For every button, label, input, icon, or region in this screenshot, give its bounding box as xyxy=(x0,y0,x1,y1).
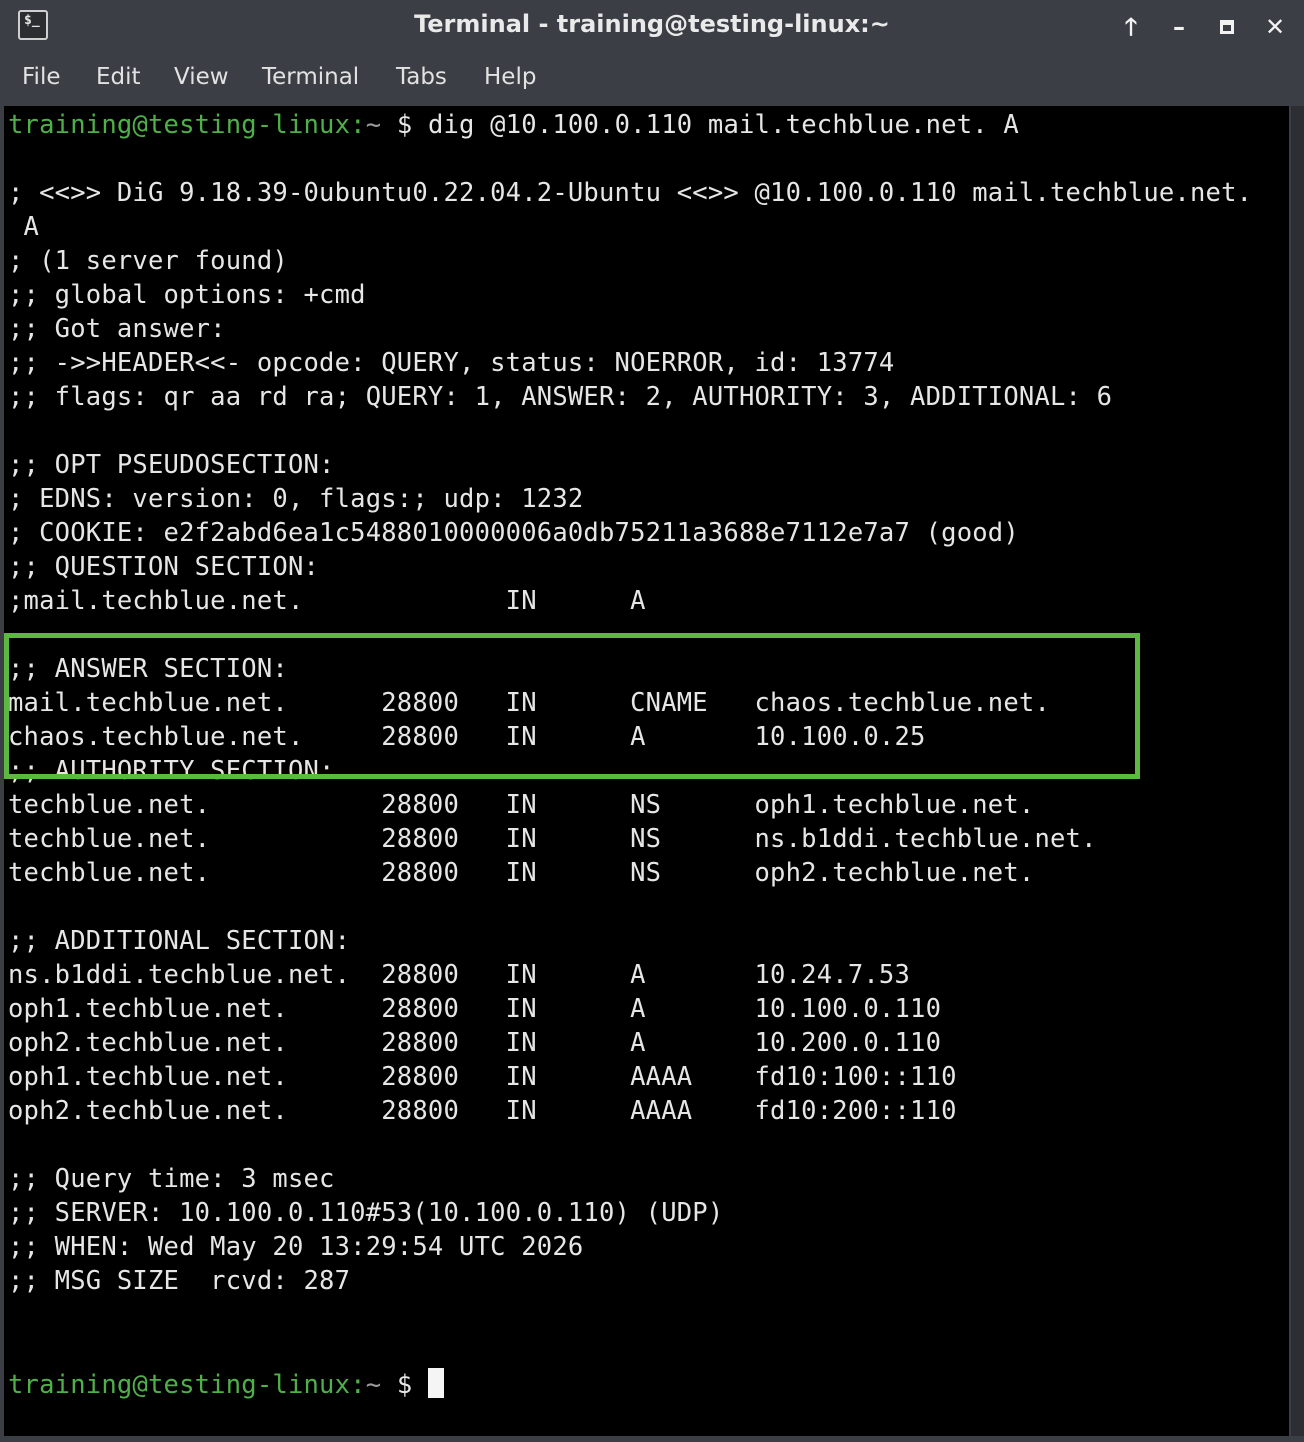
menu-help[interactable]: Help xyxy=(484,64,536,90)
terminal-output-line: ; EDNS: version: 0, flags:; udp: 1232 xyxy=(8,484,584,514)
terminal-output-line: ;; OPT PSEUDOSECTION: xyxy=(8,450,335,480)
terminal-output-line: oph2.techblue.net. 28800 IN AAAA fd10:20… xyxy=(8,1096,957,1126)
terminal-output-line: ; (1 server found) xyxy=(8,246,288,276)
terminal-output-line: ;; MSG SIZE rcvd: 287 xyxy=(8,1266,351,1296)
menu-bar: File Edit View Terminal Tabs Help xyxy=(0,52,1304,105)
answer-section-highlight-box xyxy=(4,633,1140,779)
close-icon[interactable]: ✕ xyxy=(1260,12,1290,42)
terminal-output-line: techblue.net. 28800 IN NS oph1.techblue.… xyxy=(8,790,1035,820)
maximize-icon[interactable] xyxy=(1212,12,1242,42)
terminal-output-line: ; COOKIE: e2f2abd6ea1c5488010000006a0db7… xyxy=(8,518,1019,548)
terminal-output-line: ;; SERVER: 10.100.0.110#53(10.100.0.110)… xyxy=(8,1198,724,1228)
terminal-output-line: oph2.techblue.net. 28800 IN A 10.200.0.1… xyxy=(8,1028,942,1058)
terminal-output-line: ;; WHEN: Wed May 20 13:29:54 UTC 2026 xyxy=(8,1232,584,1262)
window-bottom-edge xyxy=(0,1436,1304,1442)
menu-tabs[interactable]: Tabs xyxy=(396,64,447,90)
terminal-output-line: ;mail.techblue.net. IN A xyxy=(8,586,646,616)
title-bar[interactable]: $_ Terminal - training@testing-linux:~ 🡑… xyxy=(0,0,1304,52)
up-arrow-icon[interactable]: 🡑 xyxy=(1116,12,1146,42)
prompt-symbol: $ xyxy=(396,1370,413,1400)
prompt-user: training@testing-linux: xyxy=(8,1370,366,1400)
terminal-output-line: ;; global options: +cmd xyxy=(8,280,366,310)
terminal-output-line: ns.b1ddi.techblue.net. 28800 IN A 10.24.… xyxy=(8,960,911,990)
prompt-symbol: $ xyxy=(396,110,413,140)
command-line: training@testing-linux:~ $ dig @10.100.0… xyxy=(8,110,1019,140)
text-cursor xyxy=(427,1368,444,1398)
terminal-output-line: ; <<>> DiG 9.18.39-0ubuntu0.22.04.2-Ubun… xyxy=(8,178,1253,208)
terminal-output-line: ;; Got answer: xyxy=(8,314,226,344)
prompt-path: ~ xyxy=(365,1370,382,1400)
terminal-output-line: ;; ADDITIONAL SECTION: xyxy=(8,926,351,956)
terminal-output-line: techblue.net. 28800 IN NS oph2.techblue.… xyxy=(8,858,1035,888)
prompt-path: ~ xyxy=(365,110,382,140)
prompt-user: training@testing-linux: xyxy=(8,110,366,140)
terminal-output-line: ;; ->>HEADER<<- opcode: QUERY, status: N… xyxy=(8,348,895,378)
terminal-output-line: techblue.net. 28800 IN NS ns.b1ddi.techb… xyxy=(8,824,1097,854)
scrollbar[interactable] xyxy=(1291,106,1304,1436)
menu-edit[interactable]: Edit xyxy=(96,64,141,90)
menu-terminal[interactable]: Terminal xyxy=(262,64,359,90)
minimize-icon[interactable]: – xyxy=(1164,12,1194,42)
menu-file[interactable]: File xyxy=(22,64,61,90)
terminal-output-line: ;; Query time: 3 msec xyxy=(8,1164,335,1194)
window-title: Terminal - training@testing-linux:~ xyxy=(414,10,890,38)
menu-view[interactable]: View xyxy=(174,64,229,90)
terminal-output-line: oph1.techblue.net. 28800 IN AAAA fd10:10… xyxy=(8,1062,957,1092)
terminal-output-line: oph1.techblue.net. 28800 IN A 10.100.0.1… xyxy=(8,994,942,1024)
final-prompt-line: training@testing-linux:~ $ xyxy=(8,1368,444,1400)
terminal-window: $_ Terminal - training@testing-linux:~ 🡑… xyxy=(0,0,1304,1442)
terminal-output-line: A xyxy=(8,212,40,242)
terminal-output-line: ;; QUESTION SECTION: xyxy=(8,552,320,582)
command-text: dig @10.100.0.110 mail.techblue.net. A xyxy=(427,110,1019,140)
terminal-output-line: ;; flags: qr aa rd ra; QUERY: 1, ANSWER:… xyxy=(8,382,1113,412)
